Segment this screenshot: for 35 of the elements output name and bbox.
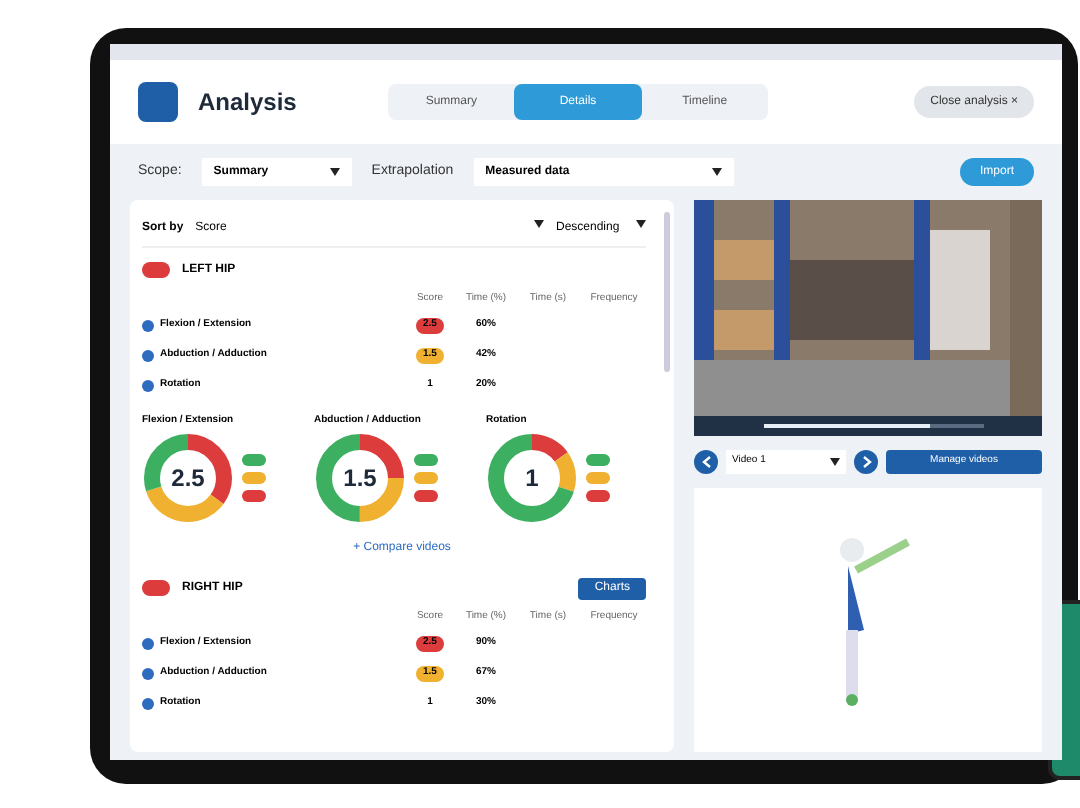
chevron-left-icon	[701, 456, 711, 468]
expand-icon[interactable]	[142, 698, 154, 710]
legend-pill	[242, 490, 266, 502]
caret-icon	[636, 220, 646, 228]
chevron-right-icon	[861, 456, 871, 468]
legend-pill	[414, 490, 438, 502]
legend-pill	[586, 472, 610, 484]
section-badge	[142, 262, 170, 278]
donut-value: 1.5	[343, 466, 377, 490]
legend-pill	[586, 490, 610, 502]
caret-icon	[711, 168, 722, 176]
expand-icon[interactable]	[142, 380, 154, 392]
legend-pill	[586, 454, 610, 466]
expand-icon[interactable]	[142, 350, 154, 362]
donut-drawing	[486, 432, 578, 524]
donut-value: 1	[525, 466, 539, 490]
expand-icon[interactable]	[142, 668, 154, 680]
expand-icon[interactable]	[142, 638, 154, 650]
next-button[interactable]	[854, 450, 878, 474]
expand-icon[interactable]	[142, 320, 154, 332]
app-logo	[138, 82, 178, 122]
donut-drawing	[314, 432, 406, 524]
legend-pill	[414, 472, 438, 484]
donut-value: 2.5	[171, 466, 205, 490]
scrollbar[interactable]	[664, 212, 670, 372]
page-title: Analysis	[198, 86, 299, 120]
donut-drawing	[142, 432, 234, 524]
legend-pill	[242, 454, 266, 466]
section-badge	[142, 580, 170, 596]
legend-pill	[414, 454, 438, 466]
caret-icon	[534, 220, 544, 228]
caret-icon	[329, 168, 340, 176]
legend-pill	[242, 472, 266, 484]
caret-icon	[830, 458, 840, 466]
previous-button[interactable]	[694, 450, 718, 474]
